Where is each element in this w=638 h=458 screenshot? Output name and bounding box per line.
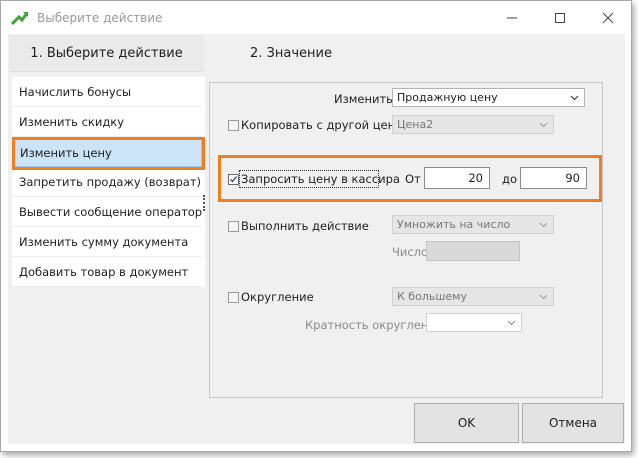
- ok-button[interactable]: OK: [414, 403, 519, 443]
- action-highlight-frame: [12, 137, 205, 170]
- change-label: Изменить: [334, 92, 393, 106]
- step-1-label: 1. Выберите действие: [30, 45, 183, 61]
- cancel-button-label: Отмена: [548, 416, 598, 430]
- change-select[interactable]: Продажную цену: [392, 88, 585, 107]
- change-select-value: Продажную цену: [397, 91, 498, 104]
- to-label: до: [502, 172, 517, 186]
- cancel-button[interactable]: Отмена: [522, 403, 624, 443]
- round-checkbox[interactable]: [228, 292, 239, 303]
- chevron-down-icon: [568, 89, 580, 106]
- window-title: Выберите действие: [37, 11, 163, 25]
- minimize-icon: [507, 17, 517, 19]
- do-action-label: Выполнить действие: [241, 219, 369, 233]
- maximize-icon: [555, 13, 565, 23]
- copy-label: Копировать с другой цены: [241, 118, 405, 132]
- action-item-change-discount[interactable]: Изменить скидку: [12, 107, 202, 137]
- checkmark-icon: [230, 176, 238, 183]
- step-2-header: 2. Значение: [205, 35, 625, 71]
- step-2-label: 2. Значение: [250, 45, 332, 61]
- to-input[interactable]: 90: [520, 167, 587, 189]
- close-button[interactable]: [593, 7, 623, 29]
- do-action-select[interactable]: Умножить на число: [392, 215, 554, 234]
- from-label: От: [405, 172, 421, 186]
- maximize-button[interactable]: [545, 7, 575, 29]
- round-select-value: К большему: [397, 290, 467, 303]
- chevron-down-icon: [537, 216, 549, 233]
- copy-checkbox[interactable]: [228, 120, 239, 131]
- round-mult-select[interactable]: [426, 313, 522, 332]
- round-mult-label: Кратность округления: [305, 318, 443, 332]
- round-select[interactable]: К большему: [392, 287, 554, 306]
- close-icon: [602, 12, 614, 24]
- do-action-select-value: Умножить на число: [397, 218, 511, 231]
- ask-price-checkbox[interactable]: [228, 174, 239, 185]
- copy-price-select[interactable]: Цена2: [392, 115, 554, 134]
- chevron-down-icon: [505, 314, 517, 331]
- round-label: Округление: [241, 290, 314, 304]
- app-logo-icon: [11, 12, 29, 26]
- do-action-checkbox[interactable]: [228, 221, 239, 232]
- minimize-button[interactable]: [497, 7, 527, 29]
- number-label: Число: [392, 245, 429, 259]
- number-input[interactable]: [426, 241, 520, 261]
- chevron-down-icon: [537, 288, 549, 305]
- from-input[interactable]: 20: [424, 167, 490, 189]
- step-1-header: 1. Выберите действие: [9, 35, 204, 72]
- ask-price-label: Запросить цену в кассира: [241, 172, 400, 186]
- action-item-change-doc-sum[interactable]: Изменить сумму документа: [12, 227, 202, 257]
- action-list-empty-area: [12, 288, 205, 400]
- action-item-show-message[interactable]: Вывести сообщение оператору: [12, 197, 202, 227]
- title-bar: Выберите действие: [1, 1, 631, 35]
- action-item-add-product[interactable]: Добавить товар в документ: [12, 257, 202, 287]
- copy-price-select-value: Цена2: [397, 118, 434, 131]
- chevron-down-icon: [537, 116, 549, 133]
- splitter-handle[interactable]: [203, 195, 207, 211]
- action-item-accrue-bonuses[interactable]: Начислить бонусы: [12, 77, 202, 107]
- action-list: Начислить бонусы Изменить скидку Изменит…: [12, 77, 205, 287]
- action-item-forbid-sale[interactable]: Запретить продажу (возврат): [12, 167, 202, 197]
- ok-button-label: OK: [457, 416, 476, 430]
